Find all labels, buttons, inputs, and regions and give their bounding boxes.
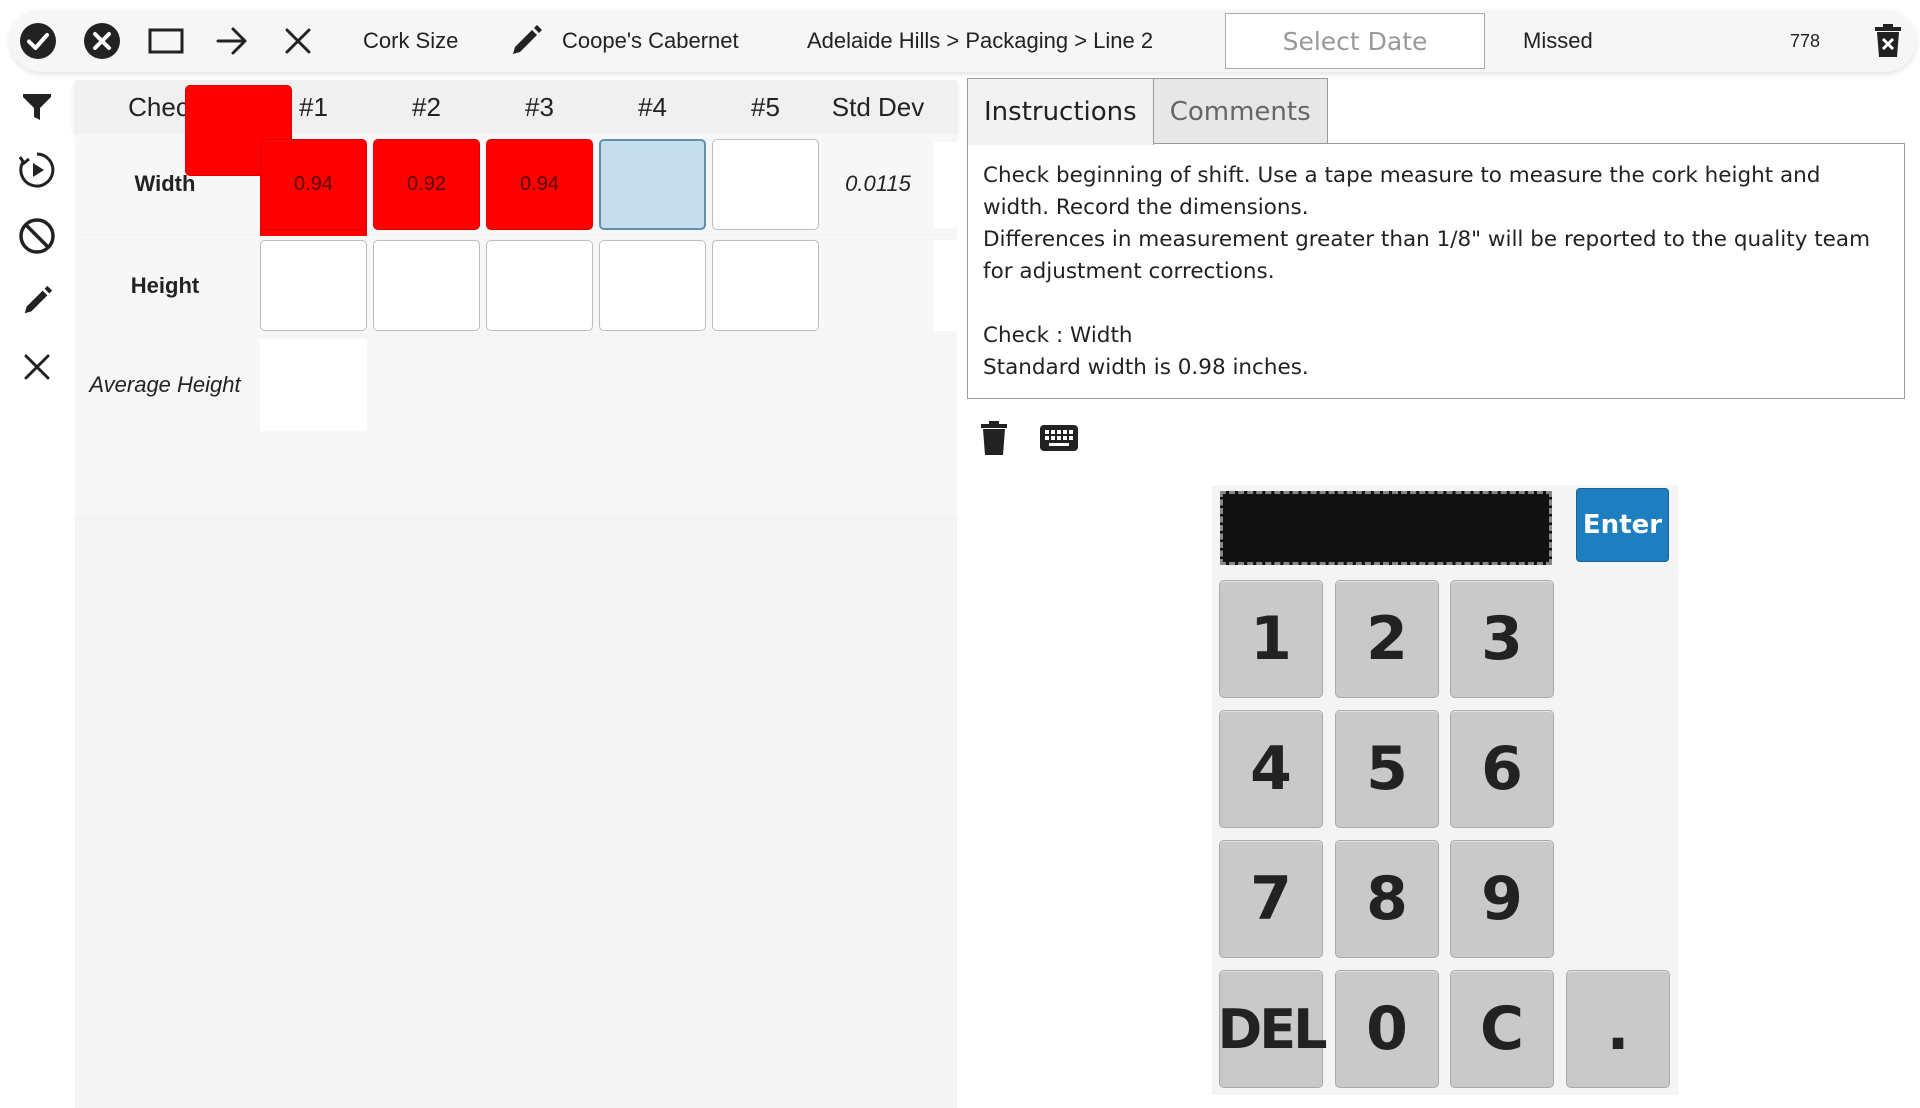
- date-input[interactable]: [1225, 13, 1485, 69]
- instruction-text: Standard width is 0.98 inches.: [983, 355, 1309, 380]
- std-dev-value: [823, 236, 933, 335]
- close-icon[interactable]: [17, 347, 57, 387]
- grid-overflow-edge: [934, 142, 957, 228]
- enter-button[interactable]: Enter: [1576, 488, 1669, 562]
- measurement-cell[interactable]: [712, 139, 819, 230]
- instructions-content: Check beginning of shift. Use a tape mea…: [967, 143, 1905, 399]
- close-circle-icon[interactable]: [82, 21, 122, 61]
- pencil-icon[interactable]: [506, 21, 546, 61]
- measurement-cell-active[interactable]: [599, 139, 706, 230]
- average-row: Average Height: [75, 337, 957, 515]
- delete-key[interactable]: DEL: [1217, 970, 1328, 1088]
- key-3[interactable]: 3: [1450, 580, 1554, 698]
- measurement-cell[interactable]: [260, 240, 367, 331]
- key-6[interactable]: 6: [1450, 710, 1554, 828]
- average-value: [260, 339, 367, 431]
- arrow-right-icon[interactable]: [212, 21, 252, 61]
- top-toolbar: Cork Size Coope's Cabernet Adelaide Hill…: [10, 10, 1916, 72]
- decimal-key[interactable]: .: [1566, 970, 1670, 1088]
- keyboard-icon[interactable]: [1039, 422, 1079, 454]
- keypad-display[interactable]: [1220, 491, 1552, 565]
- tab-instructions[interactable]: Instructions: [967, 78, 1154, 145]
- column-header: #5: [751, 91, 780, 122]
- measurement-cell[interactable]: 0.92: [373, 139, 480, 230]
- average-label: Average Height: [89, 372, 241, 397]
- measurement-grid: Check #1 #2 #3 #4 #5 Std Dev Width 0.94 …: [75, 80, 957, 1108]
- measurement-cell[interactable]: [486, 240, 593, 331]
- status-text: Missed: [1523, 28, 1593, 53]
- clear-key[interactable]: C: [1450, 970, 1554, 1088]
- key-4[interactable]: 4: [1219, 710, 1323, 828]
- key-0[interactable]: 0: [1335, 970, 1439, 1088]
- key-5[interactable]: 5: [1335, 710, 1439, 828]
- key-7[interactable]: 7: [1219, 840, 1323, 958]
- breadcrumb: Adelaide Hills > Packaging > Line 2: [807, 28, 1154, 53]
- measurement-cell[interactable]: 0.94: [260, 139, 367, 230]
- numeric-keypad: Enter 1 2 3 4 5 6 7 8 9 DEL 0 C .: [1212, 485, 1678, 1095]
- key-9[interactable]: 9: [1450, 840, 1554, 958]
- measurement-cell[interactable]: [712, 240, 819, 331]
- filter-icon[interactable]: [17, 87, 57, 127]
- record-count: 778: [1790, 30, 1821, 51]
- check-circle-icon[interactable]: [18, 21, 58, 61]
- instruction-text: Check : Width: [983, 323, 1133, 348]
- row-label: Height: [130, 272, 200, 298]
- history-icon[interactable]: [17, 150, 57, 190]
- key-2[interactable]: 2: [1335, 580, 1439, 698]
- left-sidebar: [0, 80, 74, 1108]
- std-dev-value: 0.0115: [845, 171, 911, 196]
- column-header: #3: [525, 91, 554, 122]
- square-icon[interactable]: [146, 21, 186, 61]
- check-name: Cork Size: [363, 28, 459, 53]
- grid-overflow-edge: [934, 240, 957, 331]
- trash-icon[interactable]: [978, 418, 1010, 458]
- measurement-cell[interactable]: [599, 240, 706, 331]
- product-name: Coope's Cabernet: [562, 28, 739, 53]
- measurement-cell[interactable]: 0.94: [486, 139, 593, 230]
- block-icon[interactable]: [17, 216, 57, 256]
- close-icon[interactable]: [278, 21, 318, 61]
- measurement-cell[interactable]: [373, 240, 480, 331]
- instruction-text: Check beginning of shift. Use a tape mea…: [983, 163, 1828, 220]
- key-1[interactable]: 1: [1219, 580, 1323, 698]
- column-header: #4: [638, 91, 667, 122]
- tab-comments[interactable]: Comments: [1152, 78, 1328, 144]
- column-header: #2: [412, 91, 441, 122]
- key-8[interactable]: 8: [1335, 840, 1439, 958]
- pencil-icon[interactable]: [17, 281, 57, 321]
- column-header: Std Dev: [831, 91, 925, 122]
- instruction-text: Differences in measurement greater than …: [983, 227, 1877, 284]
- delete-bin-icon[interactable]: [1868, 21, 1908, 61]
- panel-tabs: Instructions Comments: [967, 78, 1328, 145]
